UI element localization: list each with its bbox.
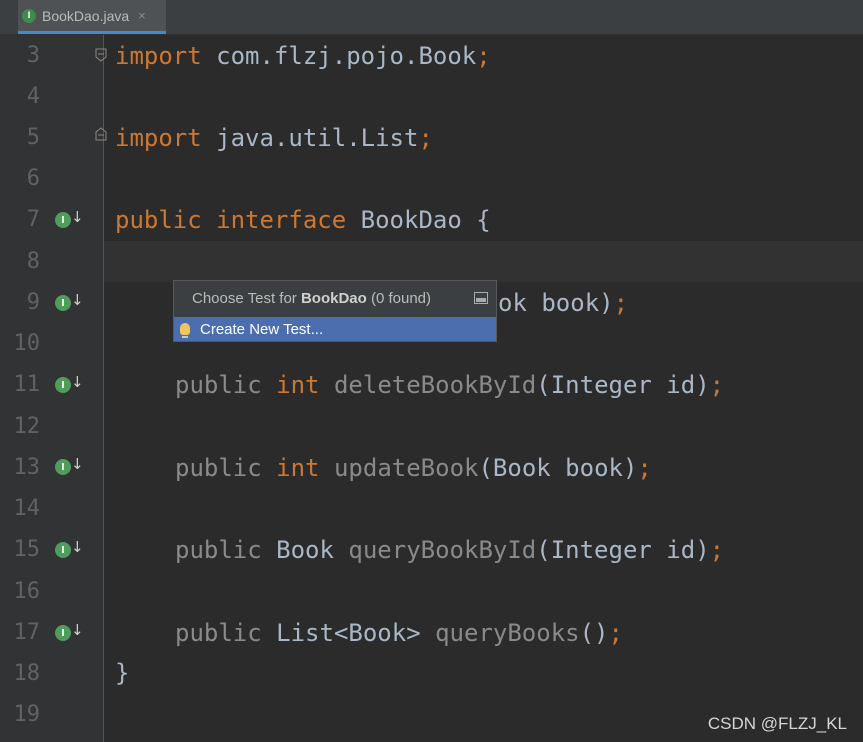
line-number: 12: [13, 414, 41, 439]
line-number: 13: [13, 455, 41, 480]
line-number: 17: [13, 620, 41, 645]
implemented-by-icon[interactable]: I ↓: [55, 208, 84, 231]
current-line-highlight: [104, 241, 863, 282]
line-number: 18: [13, 661, 41, 686]
line-number: 5: [26, 125, 40, 150]
line-number: 19: [13, 702, 41, 727]
line-number: 14: [13, 496, 41, 521]
interface-file-icon: I: [22, 8, 36, 23]
line-number: 10: [13, 331, 41, 356]
fold-start-icon[interactable]: [95, 48, 107, 62]
line-number: 3: [26, 43, 40, 68]
line-number: 4: [26, 84, 40, 109]
implemented-by-icon[interactable]: I ↓: [55, 538, 84, 561]
code-line[interactable]: public int updateBook(Book book);: [175, 453, 652, 483]
line-number: 11: [13, 372, 41, 397]
close-icon[interactable]: ×: [138, 8, 146, 23]
code-line[interactable]: public List<Book> queryBooks();: [175, 618, 623, 648]
implemented-by-icon[interactable]: I ↓: [55, 621, 84, 644]
code-line[interactable]: ok book);: [498, 288, 628, 318]
code-line[interactable]: import com.flzj.pojo.Book;: [115, 41, 491, 71]
code-line[interactable]: }: [115, 658, 129, 688]
tab-label: BookDao.java: [42, 7, 130, 24]
code-line[interactable]: public int deleteBookById(Integer id);: [175, 370, 724, 400]
pin-window-icon[interactable]: [474, 292, 488, 304]
popup-header: Choose Test for BookDao (0 found): [174, 281, 496, 316]
code-line[interactable]: public interface BookDao {: [115, 205, 491, 235]
implemented-by-icon[interactable]: I ↓: [55, 291, 84, 314]
line-number: 16: [13, 579, 41, 604]
watermark: CSDN @FLZJ_KL: [707, 714, 847, 733]
implemented-by-icon[interactable]: I ↓: [55, 455, 84, 478]
popup-title: Choose Test for BookDao (0 found): [192, 290, 432, 307]
line-number: 7: [26, 207, 40, 232]
line-number: 6: [26, 166, 40, 191]
code-line[interactable]: import java.util.List;: [115, 123, 433, 153]
tab-bookdao-java[interactable]: I BookDao.java ×: [18, 0, 166, 34]
create-new-test-label: Create New Test...: [200, 320, 324, 338]
implemented-by-icon[interactable]: I ↓: [55, 373, 84, 396]
fold-end-icon[interactable]: [95, 127, 107, 141]
choose-test-popup: Choose Test for BookDao (0 found) Create…: [173, 280, 497, 342]
create-new-test-item[interactable]: Create New Test...: [174, 317, 496, 341]
editor-tab-bar: I BookDao.java ×: [0, 0, 863, 35]
line-number: 8: [26, 249, 40, 274]
lightbulb-icon: [180, 323, 190, 338]
line-number: 9: [26, 290, 40, 315]
editor-gutter: 3 4 5 6 7 8 9 10 11 12 13 14 15 16 17 18…: [0, 35, 107, 742]
line-number: 15: [13, 537, 41, 562]
code-line[interactable]: public Book queryBookById(Integer id);: [175, 535, 724, 565]
